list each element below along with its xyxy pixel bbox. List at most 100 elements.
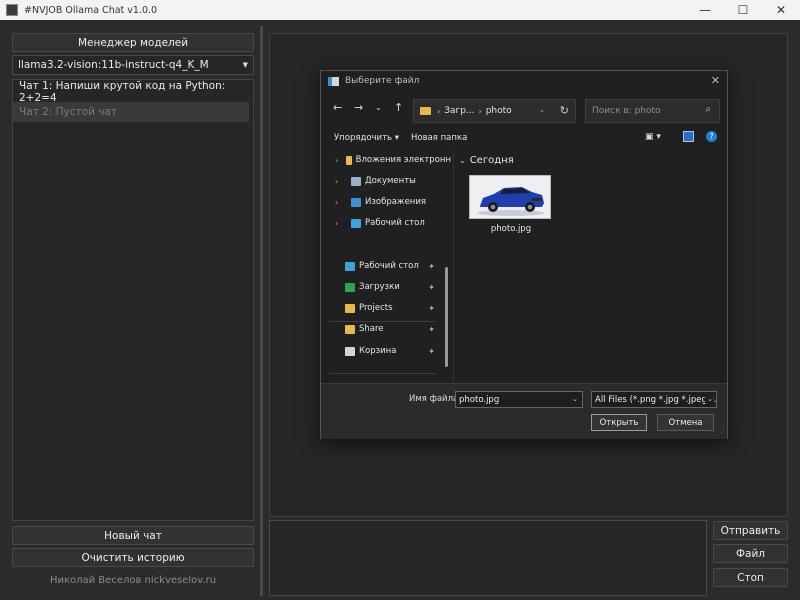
chevron-right-icon[interactable]: › xyxy=(335,219,345,228)
dialog-footer: Имя файла: photo.jpg ⌄ All Files (*.png … xyxy=(321,383,727,439)
photo-thumbnail xyxy=(469,175,551,219)
desktop-icon xyxy=(345,261,355,271)
model-select[interactable]: llama3.2-vision:11b-instruct-q4_K_M ▼ xyxy=(12,55,254,75)
nav-item-label: Projects xyxy=(359,303,393,313)
chevron-down-icon[interactable]: ⌄ xyxy=(459,156,466,165)
resize-grip-icon[interactable]: ⋰ xyxy=(718,429,725,437)
chevron-right-icon[interactable]: › xyxy=(335,156,340,165)
refresh-icon[interactable]: ↻ xyxy=(560,104,569,117)
view-options-icon[interactable]: ▣ ▾ xyxy=(645,132,661,142)
back-arrow-icon[interactable]: ← xyxy=(333,101,342,114)
nav-item-attachments[interactable]: › Вложения электронн xyxy=(321,151,451,169)
maximize-icon[interactable]: ☐ xyxy=(724,0,762,20)
close-icon[interactable]: ✕ xyxy=(711,74,720,87)
nav-item-label: Корзина xyxy=(359,346,397,356)
file-open-dialog: Выберите файл ✕ ← → ⌄ ↑ › Загр... › phot… xyxy=(320,70,728,439)
file-list-pane[interactable]: ⌄ Сегодня photo.jpg xyxy=(454,149,728,383)
chat-list-item[interactable]: Чат 2: Пустой чат xyxy=(13,102,249,122)
folder-icon xyxy=(345,303,355,313)
new-chat-button[interactable]: Новый чат xyxy=(12,526,254,545)
breadcrumb-current[interactable]: photo xyxy=(486,106,512,116)
chevron-right-icon[interactable]: › xyxy=(335,177,345,186)
chevron-down-icon: ▼ xyxy=(242,61,248,69)
quick-access-projects[interactable]: Projects ✦ xyxy=(321,299,451,317)
nav-item-desktop[interactable]: › Рабочий стол xyxy=(321,214,451,232)
clear-history-button[interactable]: Очистить историю xyxy=(12,548,254,567)
dialog-titlebar: Выберите файл xyxy=(321,71,727,91)
close-icon[interactable]: ✕ xyxy=(762,0,800,20)
send-button[interactable]: Отправить xyxy=(713,521,788,540)
folder-icon xyxy=(345,324,355,334)
dialog-title: Выберите файл xyxy=(345,76,420,86)
cancel-button[interactable]: Отмена xyxy=(657,414,714,431)
stop-button[interactable]: Стоп xyxy=(713,568,788,587)
preview-pane-icon[interactable] xyxy=(683,131,694,142)
recent-locations-chevron-icon[interactable]: ⌄ xyxy=(375,103,382,112)
chevron-down-icon[interactable]: ⌄ xyxy=(539,106,545,114)
group-label: Сегодня xyxy=(469,155,514,166)
pin-icon: ✦ xyxy=(428,282,435,292)
downloads-icon xyxy=(345,282,355,292)
open-button[interactable]: Открыть xyxy=(591,414,647,431)
panel-splitter[interactable] xyxy=(260,26,263,596)
nav-item-documents[interactable]: › Документы xyxy=(321,172,451,190)
navigation-pane[interactable]: › Вложения электронн › Документы › Изобр… xyxy=(321,149,453,383)
window-title: #NVJOB Ollama Chat v1.0.0 xyxy=(24,4,158,16)
file-button[interactable]: Файл xyxy=(713,544,788,563)
help-icon[interactable]: ? xyxy=(706,131,717,142)
search-icon: ⌕ xyxy=(705,104,711,115)
nav-item-label: Загрузки xyxy=(359,282,400,292)
chevron-down-icon[interactable]: ⌄ xyxy=(572,395,578,403)
quick-access-desktop[interactable]: Рабочий стол ✦ xyxy=(321,257,451,275)
documents-icon xyxy=(351,176,361,186)
pictures-icon xyxy=(351,197,361,207)
quick-access-downloads[interactable]: Загрузки ✦ xyxy=(321,278,451,296)
pin-icon: ✦ xyxy=(428,303,435,313)
nav-item-label: Вложения электронн xyxy=(355,155,451,165)
nav-item-label: Изображения xyxy=(365,197,427,207)
dialog-nav-bar: ← → ⌄ ↑ › Загр... › photo ⌄ ↻ Поиск в: p… xyxy=(321,95,727,123)
nav-item-label: Рабочий стол xyxy=(359,261,419,271)
dialog-app-icon xyxy=(328,76,339,86)
filename-label: Имя файла: xyxy=(409,394,462,404)
model-select-value: llama3.2-vision:11b-instruct-q4_K_M xyxy=(18,59,209,71)
message-input[interactable] xyxy=(269,520,707,596)
filename-input[interactable]: photo.jpg ⌄ xyxy=(455,391,583,408)
recycle-bin-icon xyxy=(345,346,355,356)
nav-item-label: Рабочий стол xyxy=(365,218,425,228)
search-input[interactable]: Поиск в: photo ⌕ xyxy=(585,99,720,123)
filename-value: photo.jpg xyxy=(459,394,500,405)
file-name-label: photo.jpg xyxy=(490,224,532,234)
app-icon xyxy=(6,4,18,16)
folder-icon xyxy=(346,155,352,165)
group-header[interactable]: ⌄ Сегодня xyxy=(459,155,514,166)
search-placeholder: Поиск в: photo xyxy=(592,106,661,116)
organize-button[interactable]: Упорядочить ▾ xyxy=(334,133,399,143)
model-manager-button[interactable]: Менеджер моделей xyxy=(12,33,254,52)
chat-list-item[interactable]: Чат 1: Напиши крутой код на Python: 2+2=… xyxy=(13,80,253,104)
file-item[interactable]: photo.jpg xyxy=(468,173,554,239)
up-arrow-icon[interactable]: ↑ xyxy=(394,101,403,114)
new-folder-button[interactable]: Новая папка xyxy=(411,133,467,143)
nav-scrollbar[interactable] xyxy=(445,267,448,367)
minimize-icon[interactable]: — xyxy=(686,0,724,20)
quick-access-share[interactable]: Share ✦ xyxy=(321,320,451,338)
window-titlebar: #NVJOB Ollama Chat v1.0.0 — ☐ ✕ xyxy=(0,0,800,20)
chevron-right-icon[interactable]: › xyxy=(335,198,345,207)
chat-list[interactable]: Чат 1: Напиши крутой код на Python: 2+2=… xyxy=(12,79,254,521)
chevron-right-icon: › xyxy=(437,106,441,116)
chevron-down-icon[interactable]: ⌄ xyxy=(705,395,713,403)
file-type-filter-select[interactable]: All Files (*.png *.jpg *.jpeg *.bmp ⌄ xyxy=(591,391,717,408)
nav-item-label: Документы xyxy=(365,176,416,186)
nav-item-label: Share xyxy=(359,324,384,334)
forward-arrow-icon[interactable]: → xyxy=(354,101,363,114)
pin-icon: ✦ xyxy=(428,261,435,271)
breadcrumb-parent[interactable]: Загр... xyxy=(444,106,474,116)
pin-icon: ✦ xyxy=(428,324,435,334)
nav-item-pictures[interactable]: › Изображения xyxy=(321,193,451,211)
quick-access-recycle-bin[interactable]: Корзина ✦ xyxy=(321,342,451,360)
dialog-command-bar: Упорядочить ▾ Новая папка ▣ ▾ ? xyxy=(321,129,727,149)
author-credit: Николай Веселов nickveselov.ru xyxy=(49,575,217,586)
address-bar[interactable]: › Загр... › photo ⌄ ↻ xyxy=(413,99,576,123)
folder-icon xyxy=(420,107,431,115)
